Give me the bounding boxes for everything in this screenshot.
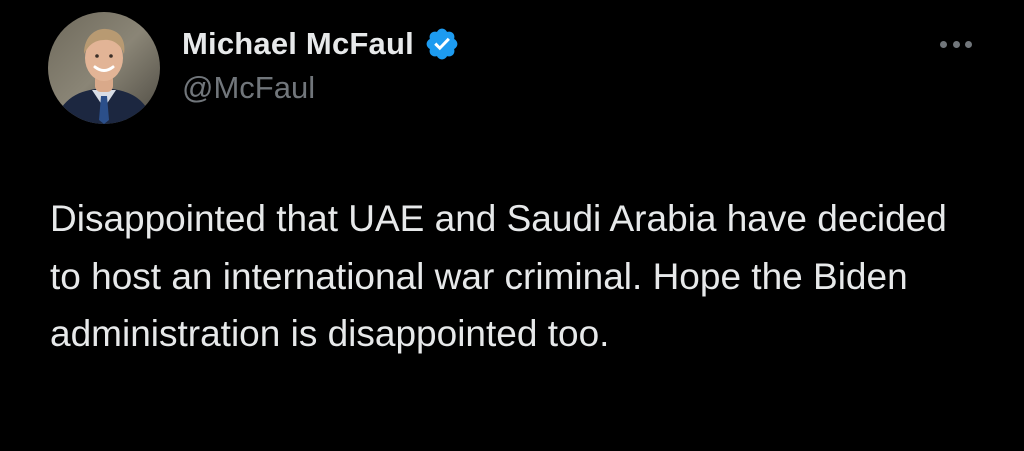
author-handle[interactable]: @McFaul [182, 70, 315, 106]
more-dot [952, 40, 960, 48]
author-display-name[interactable]: Michael McFaul [182, 26, 414, 62]
avatar-photo-icon [48, 12, 160, 124]
tweet-card: Michael McFaul @McFaul Disappointed that… [0, 0, 1024, 451]
author-avatar[interactable] [48, 12, 160, 124]
tweet-text: Disappointed that UAE and Saudi Arabia h… [50, 198, 947, 354]
more-dot [940, 40, 947, 48]
verified-badge-icon[interactable] [424, 26, 460, 62]
more-options-icon[interactable] [934, 30, 978, 58]
author-name-row: Michael McFaul [182, 22, 460, 66]
more-dot [965, 40, 972, 48]
